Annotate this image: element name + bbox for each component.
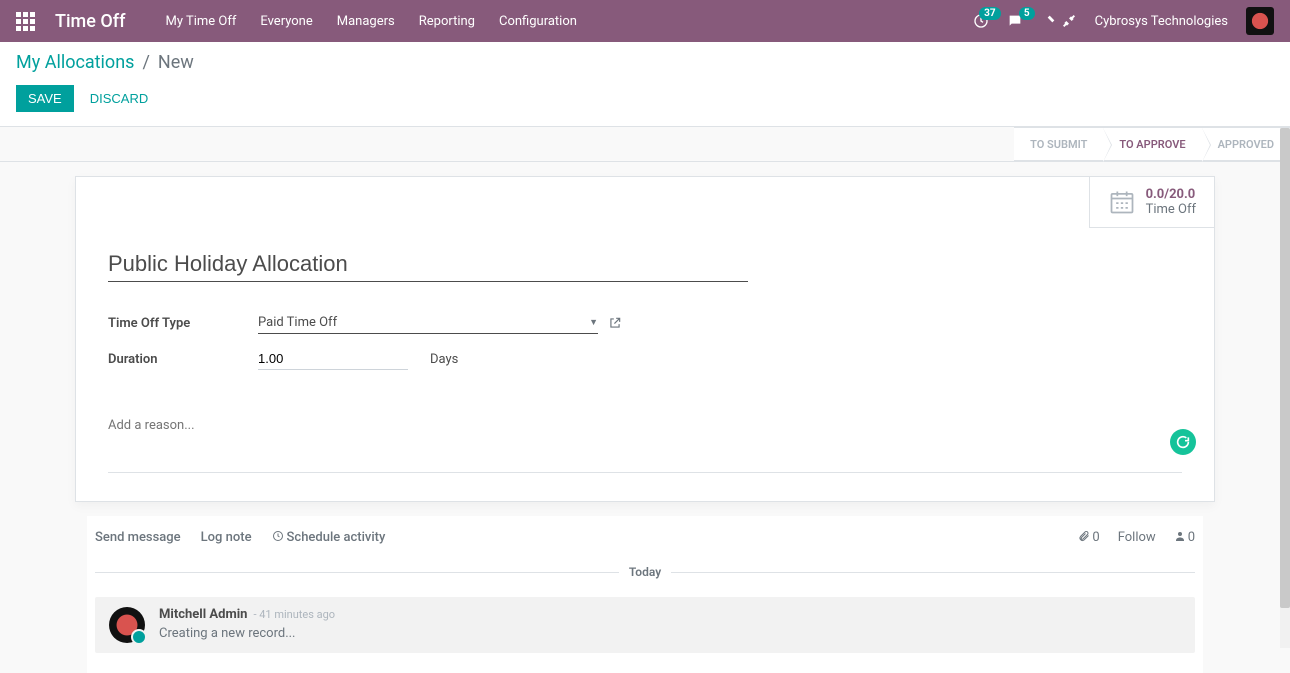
- reason-textarea[interactable]: [108, 412, 1182, 473]
- status-to-submit[interactable]: TO SUBMIT: [1014, 127, 1103, 161]
- nav-managers[interactable]: Managers: [337, 14, 395, 29]
- stat-count: 0.0/20.0: [1146, 187, 1196, 202]
- nav-my-time-off[interactable]: My Time Off: [165, 14, 236, 29]
- stat-label: Time Off: [1146, 202, 1196, 217]
- calendar-icon: [1108, 188, 1136, 216]
- app-brand[interactable]: Time Off: [55, 11, 125, 32]
- status-approved[interactable]: APPROVED: [1202, 127, 1290, 161]
- external-link-icon[interactable]: [608, 316, 622, 330]
- discard-button[interactable]: DISCARD: [78, 85, 161, 112]
- apps-icon[interactable]: [16, 12, 35, 31]
- grammarly-icon[interactable]: [1170, 429, 1196, 455]
- status-bar: TO SUBMIT TO APPROVE APPROVED: [1014, 127, 1290, 161]
- debug-icon[interactable]: [1061, 13, 1077, 29]
- settings-icon[interactable]: [1041, 13, 1057, 29]
- breadcrumb-sep: /: [142, 52, 149, 73]
- label-time-off-type: Time Off Type: [108, 316, 258, 331]
- chatter: Send message Log note Schedule activity …: [87, 516, 1203, 673]
- activity-badge: 37: [979, 7, 1000, 20]
- sheet-wrap: 0.0/20.0 Time Off Time Off Type Paid Tim…: [0, 176, 1290, 673]
- scrollbar[interactable]: [1280, 128, 1290, 648]
- time-off-type-select[interactable]: Paid Time Off ▼: [258, 312, 598, 334]
- label-duration: Duration: [108, 352, 258, 367]
- message-badge: 5: [1019, 7, 1035, 20]
- nav-configuration[interactable]: Configuration: [499, 14, 577, 29]
- message-time: - 41 minutes ago: [253, 608, 335, 621]
- chevron-down-icon: ▼: [589, 317, 598, 328]
- message-avatar[interactable]: [109, 607, 145, 643]
- log-note-button[interactable]: Log note: [201, 530, 252, 545]
- main-nav: My Time Off Everyone Managers Reporting …: [165, 14, 972, 29]
- header-right: 37 5 Cybrosys Technologies: [973, 7, 1274, 35]
- paperclip-icon: [1078, 530, 1090, 542]
- breadcrumb: My Allocations / New: [16, 52, 1274, 73]
- duration-unit: Days: [430, 352, 458, 367]
- followers-button[interactable]: 0: [1174, 530, 1195, 545]
- form-sheet: 0.0/20.0 Time Off Time Off Type Paid Tim…: [75, 176, 1215, 502]
- nav-reporting[interactable]: Reporting: [419, 14, 475, 29]
- message-body: Creating a new record...: [159, 626, 335, 641]
- date-separator: Today: [95, 565, 1195, 579]
- nav-everyone[interactable]: Everyone: [260, 14, 312, 29]
- activity-icon[interactable]: 37: [973, 13, 989, 29]
- person-icon: [1174, 530, 1186, 542]
- allocation-title-input[interactable]: [108, 247, 748, 282]
- stat-button[interactable]: 0.0/20.0 Time Off: [1089, 177, 1214, 228]
- chatter-message[interactable]: Mitchell Admin - 41 minutes ago Creating…: [95, 597, 1195, 653]
- message-author[interactable]: Mitchell Admin: [159, 607, 247, 622]
- schedule-activity-button[interactable]: Schedule activity: [272, 530, 386, 545]
- duration-input[interactable]: [258, 348, 408, 370]
- clock-icon: [272, 530, 284, 542]
- user-avatar[interactable]: [1246, 7, 1274, 35]
- send-message-button[interactable]: Send message: [95, 530, 181, 545]
- status-wrap: TO SUBMIT TO APPROVE APPROVED: [0, 127, 1290, 162]
- app-header: Time Off My Time Off Everyone Managers R…: [0, 0, 1290, 42]
- time-off-type-value: Paid Time Off: [258, 315, 337, 330]
- save-button[interactable]: SAVE: [16, 85, 74, 112]
- attachments-button[interactable]: 0: [1078, 530, 1099, 545]
- company-selector[interactable]: Cybrosys Technologies: [1095, 14, 1228, 29]
- breadcrumb-current: New: [158, 52, 194, 73]
- follow-button[interactable]: Follow: [1118, 530, 1156, 545]
- button-row: SAVE DISCARD: [16, 85, 1274, 112]
- scrollbar-thumb[interactable]: [1280, 128, 1290, 608]
- breadcrumb-allocations[interactable]: My Allocations: [16, 52, 134, 73]
- action-bar: My Allocations / New SAVE DISCARD: [0, 42, 1290, 127]
- messaging-icon[interactable]: 5: [1007, 13, 1023, 29]
- status-to-approve[interactable]: TO APPROVE: [1103, 127, 1201, 161]
